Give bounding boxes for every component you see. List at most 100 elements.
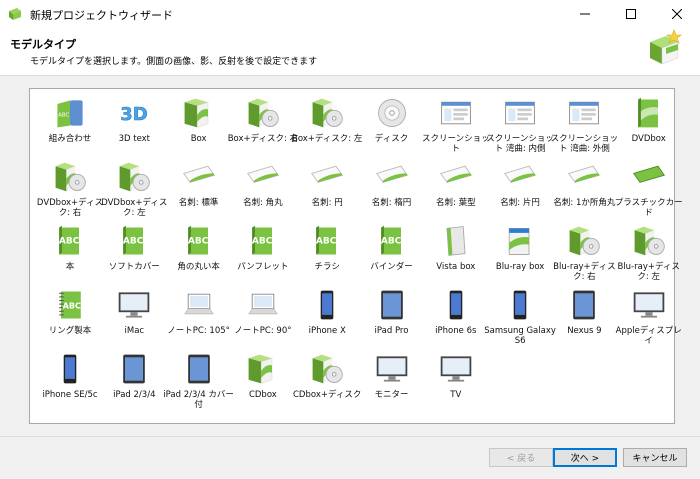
model-item-flyer[interactable]: ABC チラシ [295, 221, 359, 285]
model-item-disc[interactable]: ディスク [360, 93, 424, 157]
model-item-label: Box+ディスク: 左 [291, 134, 363, 144]
model-item-label: プラスチックカード [614, 198, 683, 218]
back-button[interactable]: < 戻る [489, 448, 553, 467]
app-logo-icon [9, 8, 21, 20]
model-item-label: ノートPC: 90° [234, 326, 292, 336]
model-item-binder[interactable]: ABC バインダー [360, 221, 424, 285]
model-item-ring-binding[interactable]: ABC リング製本 [38, 285, 102, 349]
model-item-bluray-disc-left[interactable]: Blu-ray+ディスク: 左 [617, 221, 681, 285]
model-item-laptop-105[interactable]: ノートPC: 105° [167, 285, 231, 349]
wizard-header: モデルタイプ モデルタイプを選択します。側面の画像、影、反射を後で設定できます [0, 28, 700, 76]
model-item-label: リング製本 [48, 326, 92, 336]
model-type-grid: ABC 組み合わせ 3D 3D text Box Box+ディスク: 右 Box+ディスク:… [29, 88, 683, 424]
model-item-label: スクリーンショット [422, 134, 490, 154]
model-item-iphone-se[interactable]: iPhone SE/5c [38, 349, 102, 413]
model-item-card-one-corner[interactable]: 名刺: 1か所角丸 [552, 157, 616, 221]
tv-icon [436, 351, 476, 387]
model-item-label: Nexus 9 [567, 326, 602, 336]
model-item-card-leaf[interactable]: 名刺: 葉型 [424, 157, 488, 221]
nexus-9-icon [564, 287, 604, 323]
model-item-ipad-234[interactable]: iPad 2/3/4 [102, 349, 166, 413]
model-item-apple-display[interactable]: Appleディスプレイ [616, 285, 682, 349]
model-item-box-disc-right[interactable]: Box+ディスク: 右 [228, 93, 298, 157]
card-leaf-icon [436, 159, 476, 195]
model-item-monitor[interactable]: モニター [360, 349, 424, 413]
model-item-label: Vista box [436, 262, 476, 272]
model-item-softcover[interactable]: ABC ソフトカバー [102, 221, 166, 285]
model-item-plastic-card[interactable]: プラスチックカード [615, 157, 683, 221]
screenshot-curved-out-icon [564, 95, 604, 131]
page-title: モデルタイプ [10, 38, 76, 51]
model-item-vista-box[interactable]: Vista box [424, 221, 488, 285]
model-item-screenshot-curved-in[interactable]: スクリーンショット 湾曲: 内側 [486, 93, 554, 157]
model-item-label: Box+ディスク: 右 [227, 134, 299, 144]
model-item-box[interactable]: Box [167, 93, 231, 157]
iphone-x-icon [307, 287, 347, 323]
model-item-bluray-box[interactable]: Blu-ray box [488, 221, 552, 285]
galaxy-s6-icon [500, 287, 540, 323]
model-item-label: DVDbox+ディスク: 右 [36, 198, 104, 218]
book-icon: ABC [50, 223, 90, 259]
model-item-laptop-90[interactable]: ノートPC: 90° [231, 285, 295, 349]
maximize-button[interactable] [608, 0, 654, 28]
model-item-screenshot[interactable]: スクリーンショット [422, 93, 490, 157]
model-item-dvdbox-disc-left[interactable]: DVDbox+ディスク: 左 [101, 157, 167, 221]
model-item-iphone-6s[interactable]: iPhone 6s [424, 285, 488, 349]
rounded-book-icon: ABC [179, 223, 219, 259]
model-item-cdbox-disc[interactable]: CDbox+ディスク [293, 349, 361, 413]
model-item-card-circle[interactable]: 名刺: 円 [295, 157, 359, 221]
close-icon [672, 9, 682, 19]
svg-text:ABC: ABC [123, 237, 144, 247]
model-item-ipad-cover[interactable]: iPad 2/3/4 カバー付 [163, 349, 234, 413]
model-item-label: 名刺: 1か所角丸 [553, 198, 616, 208]
model-item-card-rounded[interactable]: 名刺: 角丸 [231, 157, 295, 221]
box-disc-left-icon [307, 95, 347, 131]
model-item-tv[interactable]: TV [424, 349, 488, 413]
model-item-card-half-circle[interactable]: 名刺: 片円 [488, 157, 552, 221]
model-item-3d-text[interactable]: 3D 3D text [102, 93, 166, 157]
cancel-button[interactable]: キャンセル [623, 448, 687, 467]
model-item-galaxy-s6[interactable]: Samsung Galaxy S6 [484, 285, 556, 349]
card-rounded-icon [243, 159, 283, 195]
model-item-cdbox[interactable]: CDbox [231, 349, 295, 413]
model-item-screenshot-curved-out[interactable]: スクリーンショット 湾曲: 外側 [551, 93, 618, 157]
wizard-body: ABC 組み合わせ 3D 3D text Box Box+ディスク: 右 Box+ディスク:… [0, 76, 700, 436]
minimize-button[interactable] [562, 0, 608, 28]
iphone-6s-icon [436, 287, 476, 323]
model-item-iphone-x[interactable]: iPhone X [295, 285, 359, 349]
model-item-card-ellipse[interactable]: 名刺: 楕円 [360, 157, 424, 221]
model-item-label: iPhone 6s [435, 326, 477, 336]
model-item-nexus-9[interactable]: Nexus 9 [552, 285, 616, 349]
minimize-icon [580, 13, 590, 15]
bluray-disc-right-icon [564, 223, 604, 259]
svg-text:ABC: ABC [187, 237, 208, 247]
imac-icon [114, 287, 154, 323]
next-button[interactable]: 次へ > [553, 448, 617, 467]
svg-text:ABC: ABC [58, 113, 69, 119]
model-item-imac[interactable]: iMac [102, 285, 166, 349]
model-item-label: 名刺: 葉型 [436, 198, 476, 208]
model-item-rounded-book[interactable]: ABC 角の丸い本 [167, 221, 231, 285]
model-item-bluray-disc-right[interactable]: Blu-ray+ディスク: 右 [552, 221, 616, 285]
close-button[interactable] [654, 0, 700, 28]
model-item-label: Blu-ray+ディスク: 右 [553, 262, 616, 282]
model-item-card-standard[interactable]: 名刺: 標準 [167, 157, 231, 221]
model-item-label: Box [190, 134, 207, 144]
model-item-ipad-pro[interactable]: iPad Pro [360, 285, 424, 349]
model-item-combo[interactable]: ABC 組み合わせ [38, 93, 102, 157]
ring-binding-icon: ABC [50, 287, 90, 323]
model-item-book[interactable]: ABC 本 [38, 221, 102, 285]
model-item-label: 3D text [118, 134, 151, 144]
screenshot-icon [436, 95, 476, 131]
model-item-label: CDbox+ディスク [293, 390, 362, 400]
model-item-label: Appleディスプレイ [615, 326, 682, 346]
model-item-label: バインダー [370, 262, 413, 272]
laptop-90-icon [243, 287, 283, 323]
model-item-label: 名刺: 角丸 [243, 198, 283, 208]
model-item-dvdbox[interactable]: DVDbox [617, 93, 681, 157]
pamphlet-icon: ABC [243, 223, 283, 259]
model-item-box-disc-left[interactable]: Box+ディスク: 左 [292, 93, 362, 157]
model-item-dvdbox-disc-right[interactable]: DVDbox+ディスク: 右 [37, 157, 103, 221]
model-item-pamphlet[interactable]: ABC パンフレット [231, 221, 295, 285]
dvdbox-disc-left-icon [114, 159, 154, 195]
